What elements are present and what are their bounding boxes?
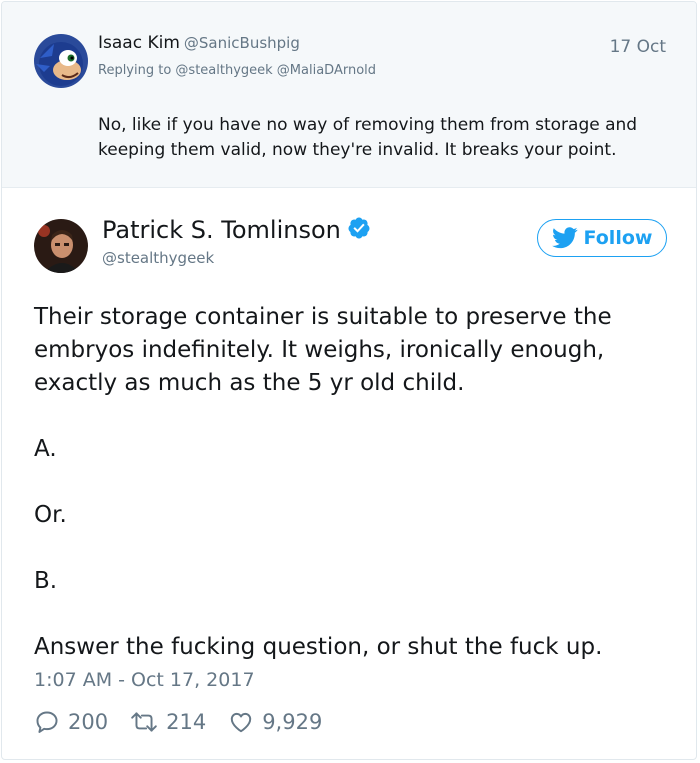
tweet-paragraph: Answer the fucking question, or shut the… xyxy=(34,634,603,660)
patrick-avatar-image xyxy=(34,219,88,273)
tweet-actions-bar: 200 214 9,929 xyxy=(34,706,344,738)
main-author-line[interactable]: Patrick S. Tomlinson xyxy=(102,216,371,244)
twitter-bird-icon xyxy=(551,227,578,249)
reply-author-handle[interactable]: @SanicBushpig xyxy=(184,34,300,52)
reply-count: 200 xyxy=(68,710,109,734)
reply-date[interactable]: 17 Oct xyxy=(610,37,666,57)
sonic-avatar-image xyxy=(34,34,88,88)
tweet-embed-card: Isaac Kim @SanicBushpig 17 Oct Replying t… xyxy=(1,1,697,760)
main-author-handle[interactable]: @stealthygeek xyxy=(102,249,214,267)
reply-author-line[interactable]: Isaac Kim @SanicBushpig xyxy=(98,33,300,53)
retweet-action[interactable]: 214 xyxy=(130,709,206,735)
verified-badge-icon xyxy=(348,217,370,239)
tweet-paragraph: Their storage container is suitable to p… xyxy=(34,304,612,396)
main-author-avatar[interactable] xyxy=(34,219,88,273)
main-tweet-text: Their storage container is suitable to p… xyxy=(34,301,674,697)
reply-author-name[interactable]: Isaac Kim xyxy=(98,33,180,53)
heart-icon xyxy=(231,712,252,733)
reply-tweet[interactable]: Isaac Kim @SanicBushpig 17 Oct Replying t… xyxy=(2,2,696,188)
like-count: 9,929 xyxy=(262,710,323,734)
reply-tweet-text: No, like if you have no way of removing … xyxy=(98,115,638,160)
main-author-name[interactable]: Patrick S. Tomlinson xyxy=(102,216,341,244)
reply-author-avatar[interactable] xyxy=(34,34,88,88)
tweet-timestamp[interactable]: 1:07 AM - Oct 17, 2017 xyxy=(34,669,255,691)
like-action[interactable]: 9,929 xyxy=(228,709,322,735)
replying-to-line[interactable]: Replying to @stealthygeek @MaliaDArnold xyxy=(98,63,376,78)
reply-action[interactable]: 200 xyxy=(34,709,108,735)
follow-button-label: Follow xyxy=(583,227,653,249)
tweet-paragraph: A. xyxy=(34,436,57,462)
tweet-paragraph: Or. xyxy=(34,502,67,528)
retweet-icon xyxy=(131,712,157,732)
follow-button[interactable]: Follow xyxy=(537,219,667,257)
retweet-count: 214 xyxy=(166,710,207,734)
reply-bubble-icon xyxy=(36,711,58,733)
tweet-paragraph: B. xyxy=(34,568,58,594)
